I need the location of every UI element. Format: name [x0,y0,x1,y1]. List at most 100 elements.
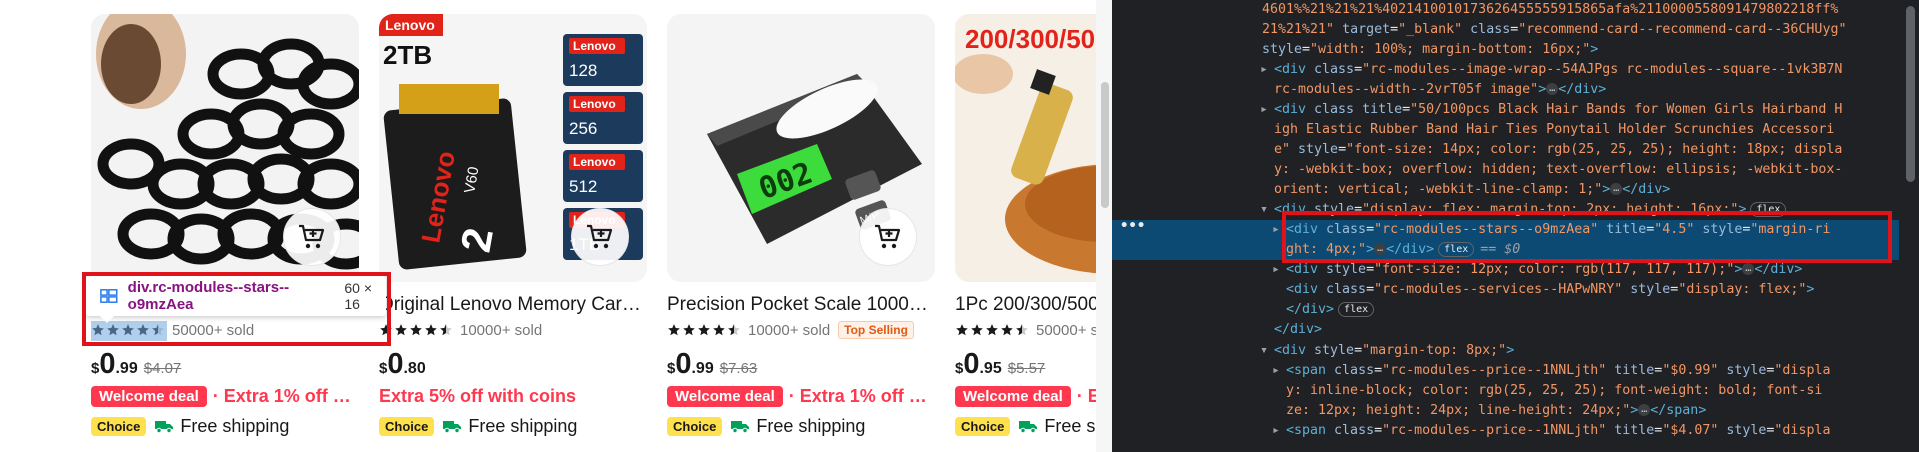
dom-node-selected[interactable]: ght: 4px;">… </div> flex == $0 [1112,240,1899,261]
price-decimal: .99 [115,360,138,377]
collapsed-content-icon[interactable]: … [1638,403,1651,416]
markup-token: class [1326,282,1367,298]
dom-node-line[interactable]: y: inline-block; color: rgb(25, 25, 25);… [1112,381,1899,401]
expand-toggle-icon[interactable]: ▸ [1272,220,1286,240]
cart-plus-icon [299,224,325,249]
dom-node-line[interactable]: ▾ <div style="display: flex; margin-top: … [1112,200,1899,220]
add-to-cart-button[interactable] [571,208,629,266]
markup-token: "rc-modules--price--1NNLjth" [1382,362,1607,378]
markup-token: = [1354,202,1363,218]
collapsed-content-icon[interactable]: … [1610,183,1623,196]
markup-token: > [1506,342,1515,358]
dom-node-line[interactable]: </div> flex [1112,300,1899,320]
markup-token: "displa [1774,362,1831,378]
markup-token: > [1366,242,1375,258]
markup-token: title [1606,362,1655,378]
shipping-row: Choice Free shipping [667,414,935,438]
markup-token: "4.5" [1654,222,1695,238]
product-card[interactable]: 200/300/50 1Pc 200/300/500 50000+ sold $… [955,14,1112,438]
markup-token: "margin-ri [1750,222,1831,238]
dom-node-line[interactable]: e" style="font-size: 14px; color: rgb(25… [1112,140,1899,160]
product-image[interactable] [91,14,359,282]
dom-node-line[interactable]: igh Elastic Rubber Band Hair Ties Ponyta… [1112,120,1899,140]
dom-node-line[interactable]: ▸ <span class="rc-modules--price--1NNLjth… [1112,421,1899,441]
dom-node-line[interactable]: ze: 12px; height: 24px; line-height: 24p… [1112,401,1899,421]
product-title[interactable]: 1Pc 200/300/500 [955,294,1112,316]
original-price: $4.07 [143,360,182,377]
add-to-cart-button[interactable] [859,208,917,266]
collapsed-content-icon[interactable]: … [1374,243,1387,256]
markup-token: "display: flex;" [1678,282,1807,298]
product-title[interactable]: Original Lenovo Memory Card... [379,294,647,316]
markup-token: class [1314,62,1355,78]
product-card[interactable]: Lenovo 2TB Lenovo V60 2 Lenovo 128 Lenov… [379,14,647,438]
dom-node-line[interactable]: style="width: 100%; margin-bottom: 16px;… [1112,40,1899,60]
page-scrollbar-thumb[interactable] [1101,82,1109,208]
markup-token: class [1334,422,1375,438]
markup-token: "display: flex; margin-top: 2px; height:… [1362,202,1739,218]
expand-toggle-icon[interactable]: ▸ [1272,260,1286,280]
markup-token: style [1718,422,1767,438]
page-scrollbar[interactable] [1096,0,1112,452]
product-image[interactable]: 002 M/P [667,14,935,282]
dom-node-line[interactable]: ▸ <div class title="50/100pcs Black Hair … [1112,100,1899,120]
dom-node-line[interactable]: 21%21%21" target="_blank" class="recomme… [1112,20,1899,40]
free-shipping-text: Free shipping [756,415,866,436]
node-actions-icon[interactable]: ••• [1120,218,1145,234]
expand-toggle-icon[interactable]: ▸ [1272,361,1286,381]
rating-row: 10000+ sold [379,320,647,340]
expand-toggle-icon[interactable]: ▾ [1260,341,1274,361]
expand-toggle-icon[interactable]: ▸ [1272,421,1286,441]
dom-node-line[interactable]: ▸ <div class="rc-modules--image-wrap--54A… [1112,60,1899,80]
flex-badge[interactable]: flex [1750,201,1787,217]
flex-badge[interactable]: flex [1438,241,1475,257]
expand-toggle-icon[interactable]: ▾ [1260,200,1274,220]
markup-token: "rc-modules--price--1NNLjth" [1382,422,1607,438]
rating-row: 50000+ sold [955,320,1112,340]
product-title[interactable]: Precision Pocket Scale 1000g X... [667,294,935,316]
product-card[interactable]: 002 M/P Precision Pocket Scale 1000g X..… [667,14,935,438]
collapsed-content-icon[interactable]: … [1742,263,1755,276]
product-image[interactable]: 200/300/50 [955,14,1112,282]
product-card[interactable]: 50/100pcs Black Hair Bands fo... 50000+ … [91,14,359,438]
markup-token: <div [1274,62,1315,78]
devtools-elements-panel: 4601%%21%21%21%4021410010173626455555915… [1112,0,1919,452]
original-price: $7.63 [719,360,758,377]
dom-node-line[interactable]: ▸ <span class="rc-modules--price--1NNLjth… [1112,361,1899,381]
dom-node-line[interactable]: ▸ <div style="font-size: 12px; color: rgb… [1112,260,1899,280]
dom-node-line[interactable]: y: -webkit-box; overflow: hidden; text-o… [1112,160,1899,180]
markup-token: </div> [1274,322,1323,338]
original-price: $5.57 [1007,360,1046,377]
add-to-cart-button[interactable] [283,208,341,266]
svg-text:Lenovo: Lenovo [385,17,435,33]
dom-node-line[interactable]: orient: vertical; -webkit-line-clamp: 1;… [1112,180,1899,200]
expand-toggle-icon[interactable]: ▸ [1260,100,1274,120]
devtools-scrollbar[interactable] [1899,0,1919,452]
dom-node-selected[interactable]: ▸ <div class="rc-modules--stars--o9mzAea"… [1112,220,1899,241]
flex-badge[interactable]: flex [1338,301,1375,317]
dom-node-line[interactable]: rc-modules--width--2vrT05f image">… </div… [1112,80,1899,100]
choice-badge: Choice [667,416,723,436]
expand-toggle-icon[interactable]: ▸ [1260,60,1274,80]
markup-token: style [1694,222,1743,238]
rating-stars [379,323,454,337]
star-icon [1001,324,1013,336]
dom-node-line[interactable]: </div> [1112,320,1899,340]
markup-token: "rc-modules--image-wrap--54AJPgs rc-modu… [1362,62,1843,78]
markup-token: </div> [1558,82,1607,98]
collapsed-content-icon[interactable]: … [1546,83,1559,96]
markup-token: ght: 4px;" [1286,242,1367,258]
dom-node-line[interactable]: 4601%%21%21%21%4021410010173626455555915… [1112,0,1899,20]
promo-row: Welcome deal · Extra 1% off wi... [91,384,359,408]
markup-token: "width: 100%; margin-bottom: 16px;" [1310,42,1591,58]
star-icon [986,324,998,336]
price-row: $ 0 .99 $7.63 [667,350,935,380]
product-image[interactable]: Lenovo 2TB Lenovo V60 2 Lenovo 128 Lenov… [379,14,647,282]
dom-node-line[interactable]: <div class="rc-modules--services--HAPwNR… [1112,280,1899,300]
devtools-scrollbar-thumb[interactable] [1906,6,1915,182]
dom-node-line[interactable]: ▾ <div style="margin-top: 8px;"> [1112,341,1899,361]
markup-token: <span [1286,422,1335,438]
